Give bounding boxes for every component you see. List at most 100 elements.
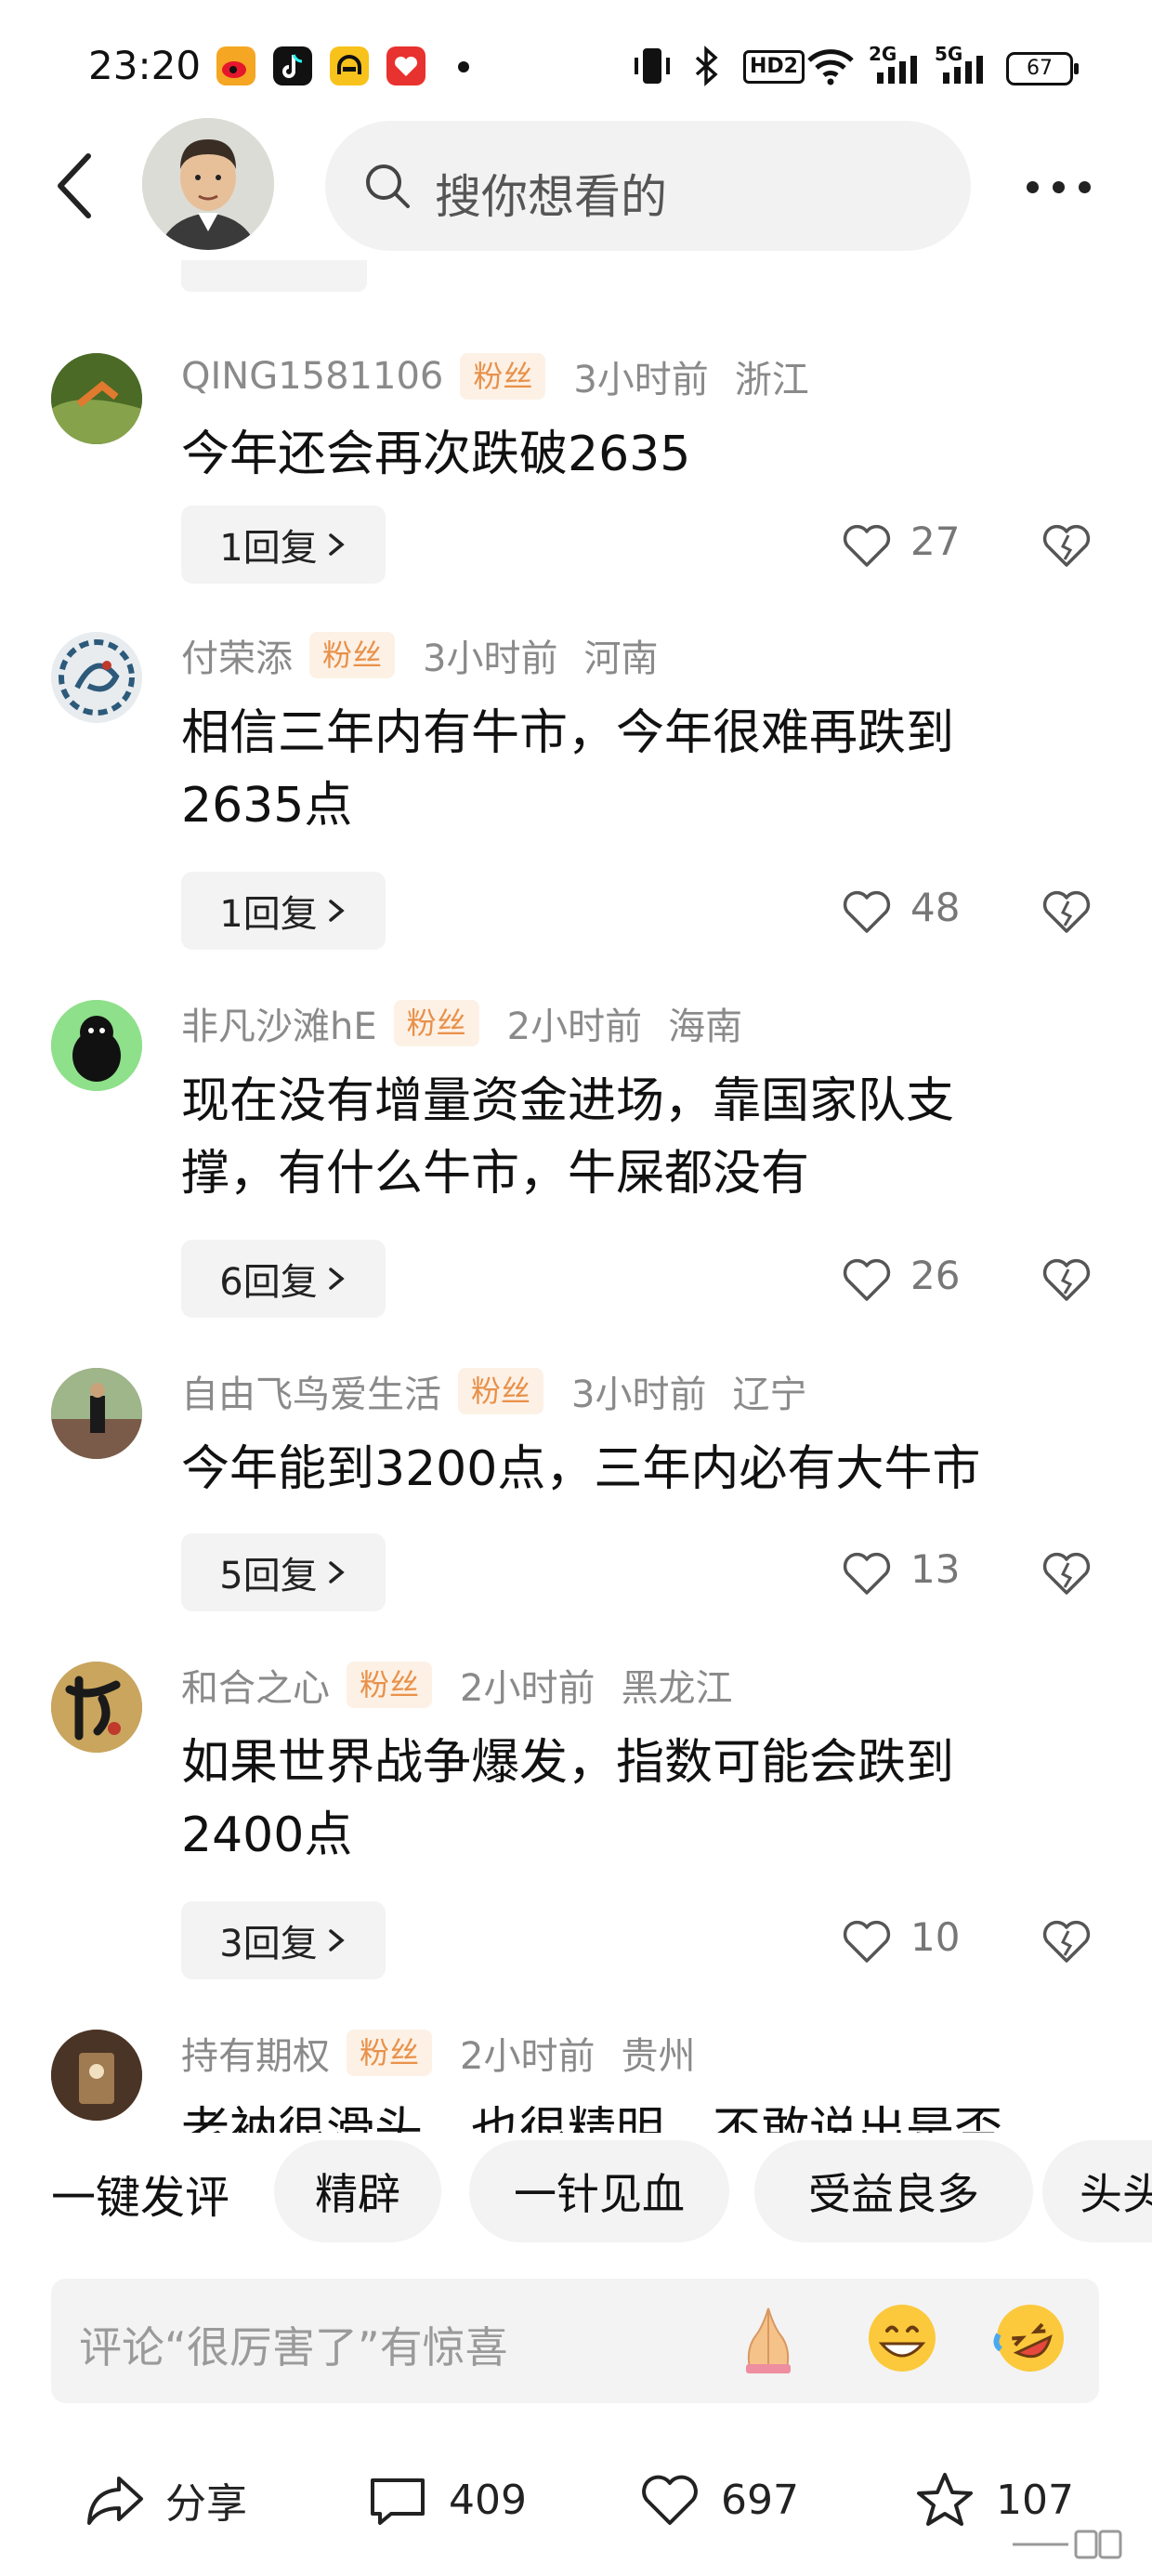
comment-region: 浙江 — [734, 359, 809, 401]
commenter-name[interactable]: 付荣添 — [181, 628, 293, 682]
comment-region: 河南 — [583, 637, 659, 680]
comment-time: 3小时前 — [423, 637, 558, 680]
dislike-heart-icon[interactable] — [1041, 888, 1092, 935]
comment-time: 3小时前 — [571, 1373, 707, 1416]
author-avatar[interactable] — [142, 118, 274, 250]
replies-label: 3回复 — [219, 1923, 318, 1965]
comment-time: 3小时前 — [573, 359, 709, 401]
like-heart-icon[interactable] — [841, 522, 893, 569]
comment-input-placeholder: 评论“很厉害了”有惊喜 — [79, 2322, 508, 2372]
like-count: 26 — [910, 1253, 961, 1298]
commenter-name[interactable]: 非凡沙滩hE — [181, 996, 377, 1050]
comment-input[interactable]: 评论“很厉害了”有惊喜 — [51, 2279, 1099, 2403]
dislike-heart-icon[interactable] — [1041, 1918, 1092, 1965]
quick-comment-chip[interactable]: 头头 — [1042, 2140, 1152, 2242]
favorites-count: 107 — [996, 2476, 1074, 2524]
douyin-app-icon — [273, 46, 312, 85]
commenter-avatar[interactable] — [51, 1662, 142, 1753]
comment-item: QING1581106 粉丝 3小时前 浙江 今年还会再次跌破2635 1回复 … — [0, 335, 1152, 613]
like-count: 10 — [910, 1914, 961, 1960]
replies-label: 1回复 — [219, 893, 318, 936]
rolling-laughing-emoji-icon[interactable] — [989, 2297, 1071, 2379]
like-heart-icon[interactable] — [841, 888, 893, 935]
fan-badge: 粉丝 — [309, 632, 396, 678]
fan-badge: 粉丝 — [347, 1662, 433, 1708]
comment-meta: 和合之心 粉丝 2小时前 黑龙江 — [181, 1662, 732, 1710]
commenter-avatar[interactable] — [51, 1000, 142, 1091]
replies-button[interactable]: 1回复 — [181, 506, 386, 584]
battery-indicator: 67 — [1006, 52, 1079, 85]
comment-meta: 非凡沙滩hE 粉丝 2小时前 海南 — [181, 1000, 742, 1048]
commenter-avatar[interactable] — [51, 632, 142, 723]
commenter-name[interactable]: 持有期权 — [181, 2026, 330, 2080]
comment-region: 海南 — [668, 1005, 743, 1048]
comment-item: 非凡沙滩hE 粉丝 2小时前 海南 现在没有增量资金进场，靠国家队支撑，有什么牛… — [0, 981, 1152, 1349]
wifi-icon — [807, 49, 854, 85]
favorite-button[interactable]: 107 — [912, 2464, 1074, 2535]
like-heart-icon[interactable] — [841, 1256, 893, 1303]
replies-label: 6回复 — [219, 1261, 318, 1304]
signal-icon-1 — [877, 56, 917, 84]
comment-meta: 持有期权 粉丝 2小时前 贵州 — [181, 2030, 695, 2078]
replies-button[interactable]: 5回复 — [181, 1533, 386, 1611]
replies-button[interactable]: 3回复 — [181, 1901, 386, 1979]
replies-label: 1回复 — [219, 527, 318, 570]
quick-comment-chip[interactable]: 受益良多 — [754, 2140, 1033, 2242]
share-arrow-icon — [87, 2477, 143, 2525]
commenter-avatar[interactable] — [51, 1368, 142, 1459]
comment-region: 贵州 — [621, 2035, 696, 2078]
like-heart-icon[interactable] — [841, 1550, 893, 1597]
signal-icon-2 — [943, 56, 983, 84]
commenter-name[interactable]: 和合之心 — [181, 1658, 330, 1712]
like-button[interactable]: 697 — [637, 2464, 799, 2535]
folded-hands-emoji-icon[interactable] — [727, 2297, 809, 2379]
replies-button[interactable]: 1回复 — [181, 872, 386, 950]
dislike-heart-icon[interactable] — [1041, 522, 1092, 569]
comments-button[interactable]: 409 — [365, 2464, 527, 2535]
status-time: 23:20 — [88, 43, 202, 88]
red-app-icon — [386, 46, 425, 85]
comment-time: 2小时前 — [460, 2035, 596, 2078]
search-icon — [366, 164, 410, 208]
quick-comment-chip[interactable]: 一针见血 — [469, 2140, 729, 2242]
commenter-name[interactable]: 自由飞鸟爱生活 — [181, 1364, 441, 1418]
dislike-heart-icon[interactable] — [1041, 1256, 1092, 1303]
fan-badge: 粉丝 — [460, 353, 546, 400]
like-heart-icon[interactable] — [841, 1918, 893, 1965]
chevron-right-icon — [328, 1929, 345, 1952]
quick-comment-chip[interactable]: 精辟 — [274, 2140, 441, 2242]
yellow-app-icon — [330, 46, 369, 85]
fan-badge: 粉丝 — [458, 1368, 544, 1414]
comment-bubble-icon — [371, 2478, 425, 2525]
status-bar: 23:20 HD2 2G 5G 67 — [0, 0, 1152, 130]
like-count: 13 — [910, 1546, 961, 1592]
comment-time: 2小时前 — [506, 1005, 643, 1048]
more-options-icon[interactable] — [1027, 181, 1092, 194]
dislike-heart-icon[interactable] — [1041, 1550, 1092, 1597]
comment-item: 自由飞鸟爱生活 粉丝 3小时前 辽宁 今年能到3200点，三年内必有大牛市 5回… — [0, 1349, 1152, 1643]
fan-badge: 粉丝 — [347, 2030, 433, 2076]
comment-meta: 自由飞鸟爱生活 粉丝 3小时前 辽宁 — [181, 1368, 806, 1416]
comment-region: 辽宁 — [732, 1373, 807, 1416]
replies-button[interactable]: 6回复 — [181, 1240, 386, 1318]
comment-text: 现在没有增量资金进场，靠国家队支撑，有什么牛市，牛屎都没有 — [181, 1073, 955, 1202]
comment-text: 今年还会再次跌破2635 — [181, 427, 691, 482]
grinning-emoji-icon[interactable] — [861, 2297, 943, 2379]
commenter-avatar[interactable] — [51, 353, 142, 444]
chevron-right-icon — [328, 1268, 345, 1290]
back-arrow-icon[interactable] — [51, 149, 98, 223]
chevron-right-icon — [328, 900, 345, 922]
commenter-name[interactable]: QING1581106 — [181, 355, 443, 398]
like-count: 48 — [910, 885, 961, 930]
star-icon — [917, 2473, 973, 2526]
share-label: 分享 — [165, 2480, 247, 2528]
commenter-avatar[interactable] — [51, 2030, 142, 2121]
weibo-app-icon — [216, 46, 255, 85]
comment-item: 付荣添 粉丝 3小时前 河南 相信三年内有牛市，今年很难再跌到2635点 1回复… — [0, 613, 1152, 981]
share-button[interactable]: 分享 — [82, 2464, 247, 2535]
likes-count: 697 — [721, 2476, 799, 2524]
search-placeholder: 搜你想看的 — [435, 170, 667, 224]
comment-text: 老衲很滑头，也很精明，不敢说出是否 — [181, 2103, 1003, 2133]
vibrate-icon — [635, 48, 670, 84]
search-bar[interactable]: 搜你想看的 — [325, 121, 971, 251]
